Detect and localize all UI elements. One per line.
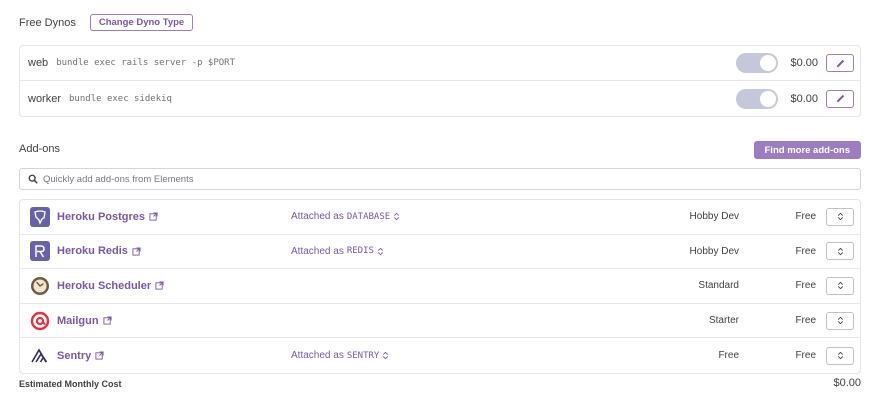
dynos-header: Free Dynos Change Dyno Type [19,14,194,31]
addon-row: Sentry Attached as SENTRY Free Free [20,338,860,373]
heroku-scheduler-logo-icon [30,276,50,296]
addon-name: Heroku Scheduler [57,279,152,292]
find-more-addons-button[interactable]: Find more add-ons [753,141,861,159]
addon-name: Heroku Redis [57,245,128,258]
addon-plan: Standard [698,280,739,292]
estimated-cost-total: $0.00 [833,377,861,389]
addon-name-link[interactable]: Sentry [57,350,104,362]
attachment-selector[interactable]: Attached as DATABASE [291,211,400,222]
chevron-up-down-icon [837,282,843,290]
addon-price: Free [795,211,816,223]
change-dyno-type-button[interactable]: Change Dyno Type [89,14,194,31]
addon-plan: Free [718,350,739,362]
external-link-icon [103,316,112,325]
dyno-name: web [28,57,49,69]
addon-name-link[interactable]: Heroku Scheduler [57,280,164,292]
dyno-row-web: web bundle exec rails server -p $PORT $0… [20,46,860,81]
external-link-icon [95,351,104,360]
pencil-icon [836,94,844,103]
addon-plan: Starter [708,315,739,327]
addon-row: Heroku Postgres Attached as DATABASE Hob… [20,200,860,235]
dyno-cost: $0.00 [790,57,818,69]
external-link-icon [155,281,164,291]
attached-prefix: Attached as [291,211,344,223]
addon-price: Free [795,245,816,257]
attachment-selector[interactable]: Attached as REDIS [291,246,384,257]
attachment-name: SENTRY [346,350,380,361]
chevron-up-down-icon [837,213,843,221]
dyno-command: bundle exec sidekiq [69,93,172,104]
sentry-logo-icon [30,346,50,366]
addon-name-link[interactable]: Mailgun [57,315,112,327]
addon-name: Mailgun [57,314,99,327]
sort-arrows-icon [383,351,389,360]
chevron-up-down-icon [837,247,843,256]
toggle-knob [759,89,777,108]
addon-name-link[interactable]: Heroku Redis [57,245,141,257]
dynos-title: Free Dynos [19,16,76,29]
addons-card: Heroku Postgres Attached as DATABASE Hob… [19,199,861,374]
dyno-row-worker: worker bundle exec sidekiq $0.00 [20,81,860,116]
search-input[interactable] [43,173,743,185]
addon-name-link[interactable]: Heroku Postgres [57,211,158,223]
dyno-cost: $0.00 [790,92,818,105]
attachment-name: REDIS [346,246,374,257]
chevron-up-down-icon [837,351,843,360]
search-icon [28,174,38,184]
dynos-card: web bundle exec rails server -p $PORT $0… [19,45,861,117]
addon-plan: Hobby Dev [689,245,739,257]
addon-price: Free [795,280,816,292]
addon-name: Sentry [57,349,92,362]
estimated-cost-label: Estimated Monthly Cost [19,379,122,389]
sort-arrows-icon [394,213,400,221]
dyno-command: bundle exec rails server -p $PORT [56,58,235,68]
external-link-icon [149,212,158,221]
chevron-up-down-icon [837,316,843,325]
addon-plan: Hobby Dev [689,211,739,223]
addon-actions-button[interactable] [826,242,854,261]
edit-dyno-button[interactable] [826,54,854,72]
addon-row: Heroku Redis Attached as REDIS Hobby Dev… [20,235,860,270]
dyno-toggle[interactable] [736,88,778,109]
edit-dyno-button[interactable] [826,89,854,108]
addon-name: Heroku Postgres [57,210,146,223]
addon-row: Heroku Scheduler Standard Free [20,269,860,304]
dyno-toggle[interactable] [736,53,778,73]
addon-actions-button[interactable] [826,346,854,365]
addon-actions-button[interactable] [826,311,854,330]
addons-title: Add-ons [19,143,60,155]
dyno-name: worker [28,92,62,105]
addon-actions-button[interactable] [826,276,854,295]
addon-search[interactable] [19,168,861,190]
attachment-selector[interactable]: Attached as SENTRY [291,350,389,361]
toggle-knob [759,54,777,72]
external-link-icon [132,247,141,256]
addons-header: Add-ons [19,143,60,155]
heroku-redis-logo-icon [30,241,50,262]
pencil-icon [836,59,844,67]
addon-price: Free [795,315,816,327]
sort-arrows-icon [377,247,383,256]
heroku-postgres-logo-icon [30,206,50,227]
attached-prefix: Attached as [291,245,344,257]
addon-row: Mailgun Starter Free [20,304,860,339]
attached-prefix: Attached as [291,350,344,362]
mailgun-logo-icon [30,311,50,331]
addon-price: Free [795,350,816,362]
addon-actions-button[interactable] [826,207,854,226]
attachment-name: DATABASE [346,211,391,222]
